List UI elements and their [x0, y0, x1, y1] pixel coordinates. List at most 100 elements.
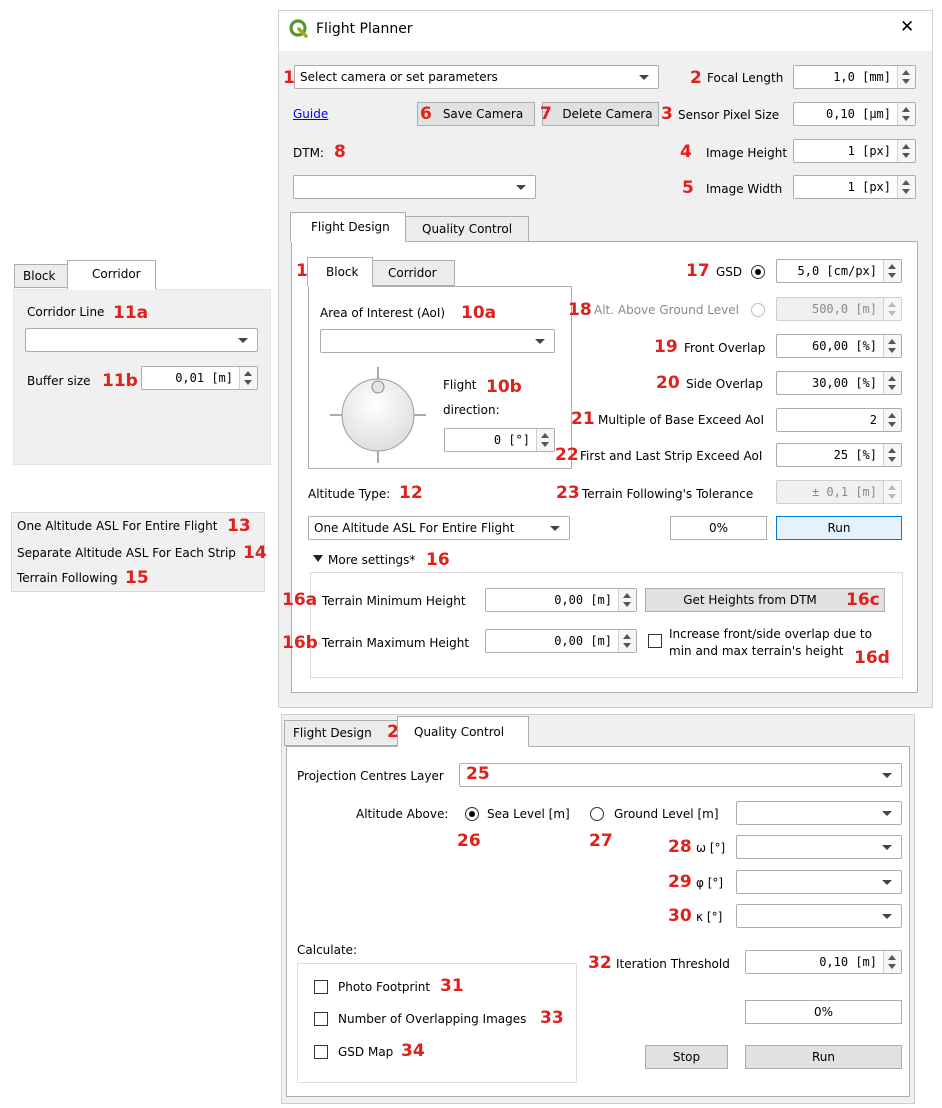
corridor-line-select[interactable] — [25, 328, 258, 352]
dtm-select[interactable] — [293, 175, 536, 199]
annotation-3: 3 — [661, 104, 673, 124]
photo-footprint-checkbox[interactable] — [314, 980, 328, 994]
ground-level-select[interactable] — [736, 801, 902, 825]
qgis-logo-icon — [289, 19, 308, 38]
phi-select[interactable] — [736, 870, 902, 894]
buffer-size-spinbox[interactable]: 0,01 [m] — [141, 366, 258, 390]
annotation-6: 6 — [420, 104, 432, 124]
multiple-base-spinbox[interactable]: 2 — [776, 408, 902, 432]
gsd-spinbox[interactable]: 5,0 [cm/px] — [776, 259, 902, 283]
corridor-panel-tab-block[interactable]: Block — [14, 264, 68, 288]
focal-length-spinbox[interactable]: 1,0 [mm] — [793, 65, 916, 89]
spin-buttons[interactable] — [897, 103, 915, 125]
front-overlap-spinbox[interactable]: 60,00 [%] — [776, 334, 902, 358]
delete-camera-button[interactable]: Delete Camera — [542, 102, 659, 126]
arrow-down-icon — [888, 273, 896, 278]
flight-direction-dial[interactable] — [328, 365, 428, 465]
chevron-down-icon[interactable] — [313, 555, 323, 562]
corridor-line-label: Corridor Line — [27, 305, 105, 319]
spin-buttons[interactable] — [883, 444, 901, 466]
increase-overlap-checkbox[interactable] — [648, 634, 662, 648]
subtab-block[interactable]: Block — [307, 257, 373, 287]
altitude-type-select[interactable]: One Altitude ASL For Entire Flight — [308, 516, 570, 540]
stop-button[interactable]: Stop — [645, 1045, 728, 1069]
strip-exceed-spinbox[interactable]: 25 [%] — [776, 443, 902, 467]
agl-spinbox[interactable]: 500,0 [m] — [776, 297, 902, 321]
ground-level-radio[interactable] — [590, 807, 604, 821]
arrow-up-icon — [888, 485, 896, 490]
spin-buttons[interactable] — [536, 429, 554, 451]
spin-buttons[interactable] — [883, 372, 901, 394]
aoi-select[interactable] — [320, 329, 555, 353]
front-overlap-value: 60,00 [%] — [811, 339, 877, 353]
sensor-pixel-size-spinbox[interactable]: 0,10 [µm] — [793, 102, 916, 126]
spin-buttons[interactable] — [883, 409, 901, 431]
camera-select[interactable]: Select camera or set parameters — [294, 65, 659, 89]
subtab-corridor[interactable]: Corridor — [372, 260, 455, 286]
quality-control-progress: 0% — [745, 1000, 902, 1024]
flight-label: Flight — [443, 378, 477, 392]
image-height-spinbox[interactable]: 1 [px] — [793, 139, 916, 163]
spin-buttons[interactable] — [618, 589, 636, 611]
arrow-down-icon — [541, 442, 549, 447]
arrow-down-icon — [888, 494, 896, 499]
omega-select[interactable] — [736, 835, 902, 859]
quality-control-run-button[interactable]: Run — [745, 1045, 902, 1069]
annotation-27: 27 — [589, 831, 613, 851]
more-settings-toggle[interactable]: More settings* — [328, 553, 415, 567]
arrow-down-icon — [888, 422, 896, 427]
annotation-10b: 10b — [486, 377, 522, 397]
qc-tab-flight-design[interactable]: Flight Design — [284, 720, 398, 746]
spin-buttons[interactable] — [897, 176, 915, 198]
agl-radio[interactable] — [751, 303, 765, 317]
close-icon[interactable]: ✕ — [900, 18, 914, 36]
tolerance-spinbox[interactable]: ± 0,1 [m] — [776, 480, 902, 504]
spin-buttons[interactable] — [897, 140, 915, 162]
terrain-min-height-spinbox[interactable]: 0,00 [m] — [485, 588, 637, 612]
annotation-17: 17 — [686, 261, 710, 281]
iteration-threshold-spinbox[interactable]: 0,10 [m] — [745, 950, 902, 974]
spin-buttons[interactable] — [883, 335, 901, 357]
projection-centres-select[interactable] — [459, 763, 902, 787]
annotation-16: 16 — [426, 550, 450, 570]
kappa-select[interactable] — [736, 904, 902, 928]
spin-buttons[interactable] — [883, 951, 901, 973]
save-camera-button[interactable]: Save Camera — [417, 102, 535, 126]
terrain-max-height-spinbox[interactable]: 0,00 [m] — [485, 629, 637, 653]
arrow-down-icon — [623, 602, 631, 607]
multiple-base-label: Multiple of Base Exceed AoI — [598, 413, 765, 427]
spin-buttons[interactable] — [618, 630, 636, 652]
sea-level-radio[interactable] — [465, 807, 479, 821]
altitude-option-separate-asl[interactable]: Separate Altitude ASL For Each Strip — [17, 546, 236, 560]
side-overlap-label: Side Overlap — [686, 377, 763, 391]
gsd-radio[interactable] — [751, 265, 765, 279]
guide-link[interactable]: Guide — [293, 107, 328, 121]
spin-buttons[interactable] — [883, 260, 901, 282]
altitude-option-terrain-following[interactable]: Terrain Following — [17, 571, 118, 585]
altitude-option-one-asl[interactable]: One Altitude ASL For Entire Flight — [17, 519, 217, 533]
terrain-min-height-label: Terrain Minimum Height — [322, 594, 466, 608]
annotation-26: 26 — [457, 831, 481, 851]
image-width-spinbox[interactable]: 1 [px] — [793, 175, 916, 199]
annotation-15: 15 — [125, 568, 149, 588]
spin-buttons[interactable] — [883, 298, 901, 320]
iteration-threshold-value: 0,10 [m] — [819, 955, 877, 969]
dtm-label: DTM: — [293, 146, 324, 160]
flight-design-run-button[interactable]: Run — [776, 516, 902, 540]
flight-direction-spinbox[interactable]: 0 [°] — [444, 428, 555, 452]
spin-buttons[interactable] — [883, 481, 901, 503]
sea-level-label: Sea Level [m] — [487, 807, 570, 821]
arrow-up-icon — [888, 376, 896, 381]
tab-quality-control[interactable]: Quality Control — [405, 216, 529, 242]
corridor-panel-tab-corridor[interactable]: Corridor — [67, 260, 156, 290]
buffer-size-value: 0,01 [m] — [175, 371, 233, 385]
gsd-map-checkbox[interactable] — [314, 1045, 328, 1059]
overlapping-images-checkbox[interactable] — [314, 1012, 328, 1026]
qc-tab-quality-control[interactable]: Quality Control — [397, 716, 529, 747]
side-overlap-spinbox[interactable]: 30,00 [%] — [776, 371, 902, 395]
spin-buttons[interactable] — [897, 66, 915, 88]
spin-buttons[interactable] — [239, 367, 257, 389]
chevron-down-icon — [882, 914, 892, 919]
tab-flight-design[interactable]: Flight Design — [290, 212, 406, 242]
aoi-label: Area of Interest (AoI) — [320, 306, 446, 320]
